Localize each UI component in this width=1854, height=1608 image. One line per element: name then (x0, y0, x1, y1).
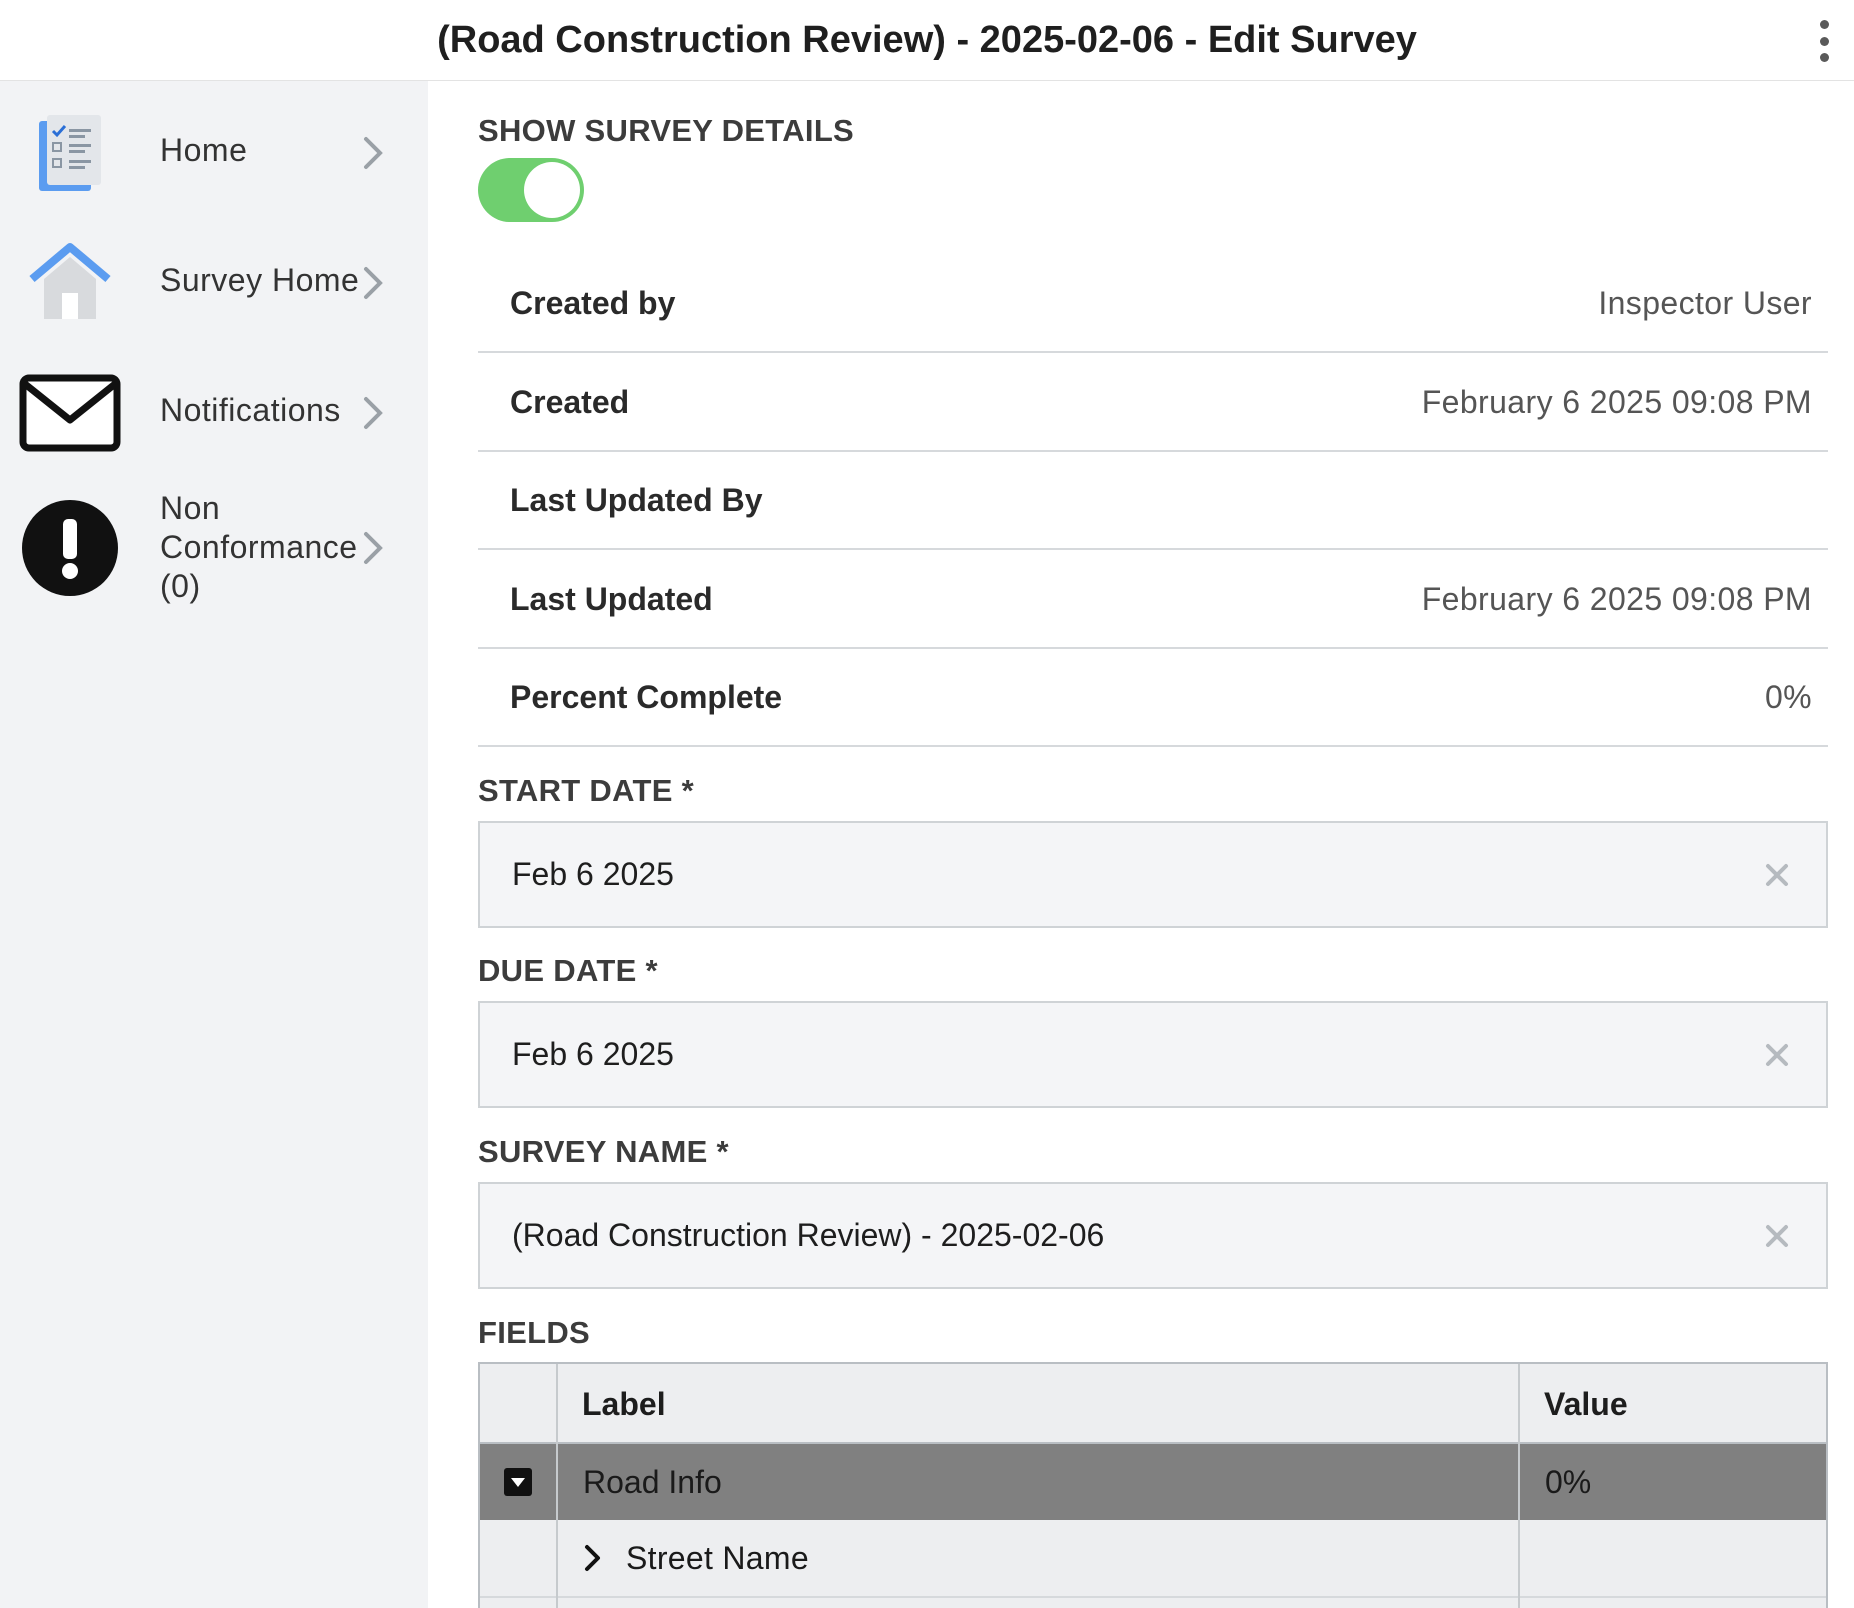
sidebar-item-home[interactable]: Home (0, 93, 428, 213)
due-date-value: Feb 6 2025 (512, 1036, 674, 1072)
main-content: SHOW SURVEY DETAILS Created by Inspector… (428, 81, 1854, 1608)
due-date-field[interactable]: Feb 6 2025 (478, 1001, 1828, 1108)
chevron-right-icon[interactable] (582, 1542, 604, 1574)
sidebar-item-label: Survey Home (160, 262, 360, 298)
detail-row-created-by: Created by Inspector User (478, 255, 1828, 353)
clear-icon[interactable] (1762, 1040, 1792, 1070)
sidebar-item-survey-home[interactable]: Survey Home (0, 223, 428, 343)
detail-row-created: Created February 6 2025 09:08 PM (478, 354, 1828, 452)
sidebar-item-notifications[interactable]: Notifications (0, 353, 428, 473)
detail-key: Created (510, 384, 630, 420)
kebab-menu-icon[interactable] (1806, 18, 1842, 64)
group-value: 0% (1545, 1464, 1592, 1500)
checklist-icon (18, 101, 122, 205)
fields-table: Label Value Road Info 0% Street Name (478, 1362, 1828, 1608)
detail-value: Inspector User (1598, 285, 1812, 321)
page-title: (Road Construction Review) - 2025-02-06 … (437, 19, 1417, 61)
table-header: Label Value (480, 1364, 1826, 1444)
detail-key: Last Updated (510, 581, 713, 617)
start-date-value: Feb 6 2025 (512, 856, 674, 892)
detail-row-percent-complete: Percent Complete 0% (478, 649, 1828, 747)
sidebar-item-non-conformance[interactable]: Non Conformance (0) (0, 473, 428, 623)
chevron-right-icon (364, 267, 383, 299)
table-row (480, 1596, 1826, 1608)
exclamation-icon (18, 496, 122, 600)
due-date-label: DUE DATE * (478, 953, 658, 988)
column-header-value[interactable]: Value (1544, 1364, 1628, 1444)
table-row[interactable]: Street Name (480, 1520, 1826, 1596)
detail-row-last-updated: Last Updated February 6 2025 09:08 PM (478, 551, 1828, 649)
sidebar: Home Survey Home Notifications Non Confo… (0, 81, 428, 1608)
detail-value: 0% (1764, 679, 1812, 715)
envelope-icon (18, 361, 122, 465)
survey-name-field[interactable]: (Road Construction Review) - 2025-02-06 (478, 1182, 1828, 1289)
detail-key: Percent Complete (510, 679, 783, 715)
chevron-right-icon (364, 397, 383, 429)
sidebar-item-label: Notifications (160, 392, 341, 428)
detail-value: February 6 2025 09:08 PM (1421, 581, 1812, 617)
start-date-field[interactable]: Feb 6 2025 (478, 821, 1828, 928)
fields-label: FIELDS (478, 1315, 591, 1350)
collapse-caret-icon[interactable] (504, 1468, 532, 1496)
sidebar-item-label: Home (160, 132, 248, 168)
table-group-row[interactable]: Road Info 0% (480, 1444, 1826, 1520)
show-details-label: SHOW SURVEY DETAILS (478, 113, 855, 148)
survey-name-label: SURVEY NAME * (478, 1134, 729, 1169)
clear-icon[interactable] (1762, 860, 1792, 890)
column-divider (1518, 1364, 1520, 1608)
detail-value: February 6 2025 09:08 PM (1421, 384, 1812, 420)
column-header-label[interactable]: Label (582, 1364, 666, 1444)
survey-name-value: (Road Construction Review) - 2025-02-06 (512, 1217, 1105, 1253)
group-label: Road Info (583, 1464, 722, 1500)
detail-row-last-updated-by: Last Updated By (478, 452, 1828, 550)
detail-key: Created by (510, 285, 676, 321)
show-details-toggle[interactable] (478, 158, 584, 222)
chevron-right-icon (364, 532, 383, 564)
row-label: Street Name (626, 1540, 809, 1576)
column-divider (556, 1364, 558, 1608)
house-icon (18, 231, 122, 335)
top-bar: (Road Construction Review) - 2025-02-06 … (0, 0, 1854, 81)
clear-icon[interactable] (1762, 1221, 1792, 1251)
toggle-knob (524, 162, 580, 218)
start-date-label: START DATE * (478, 773, 694, 808)
sidebar-item-label: Non Conformance (0) (160, 490, 358, 604)
detail-key: Last Updated By (510, 482, 763, 518)
chevron-right-icon (364, 137, 383, 169)
